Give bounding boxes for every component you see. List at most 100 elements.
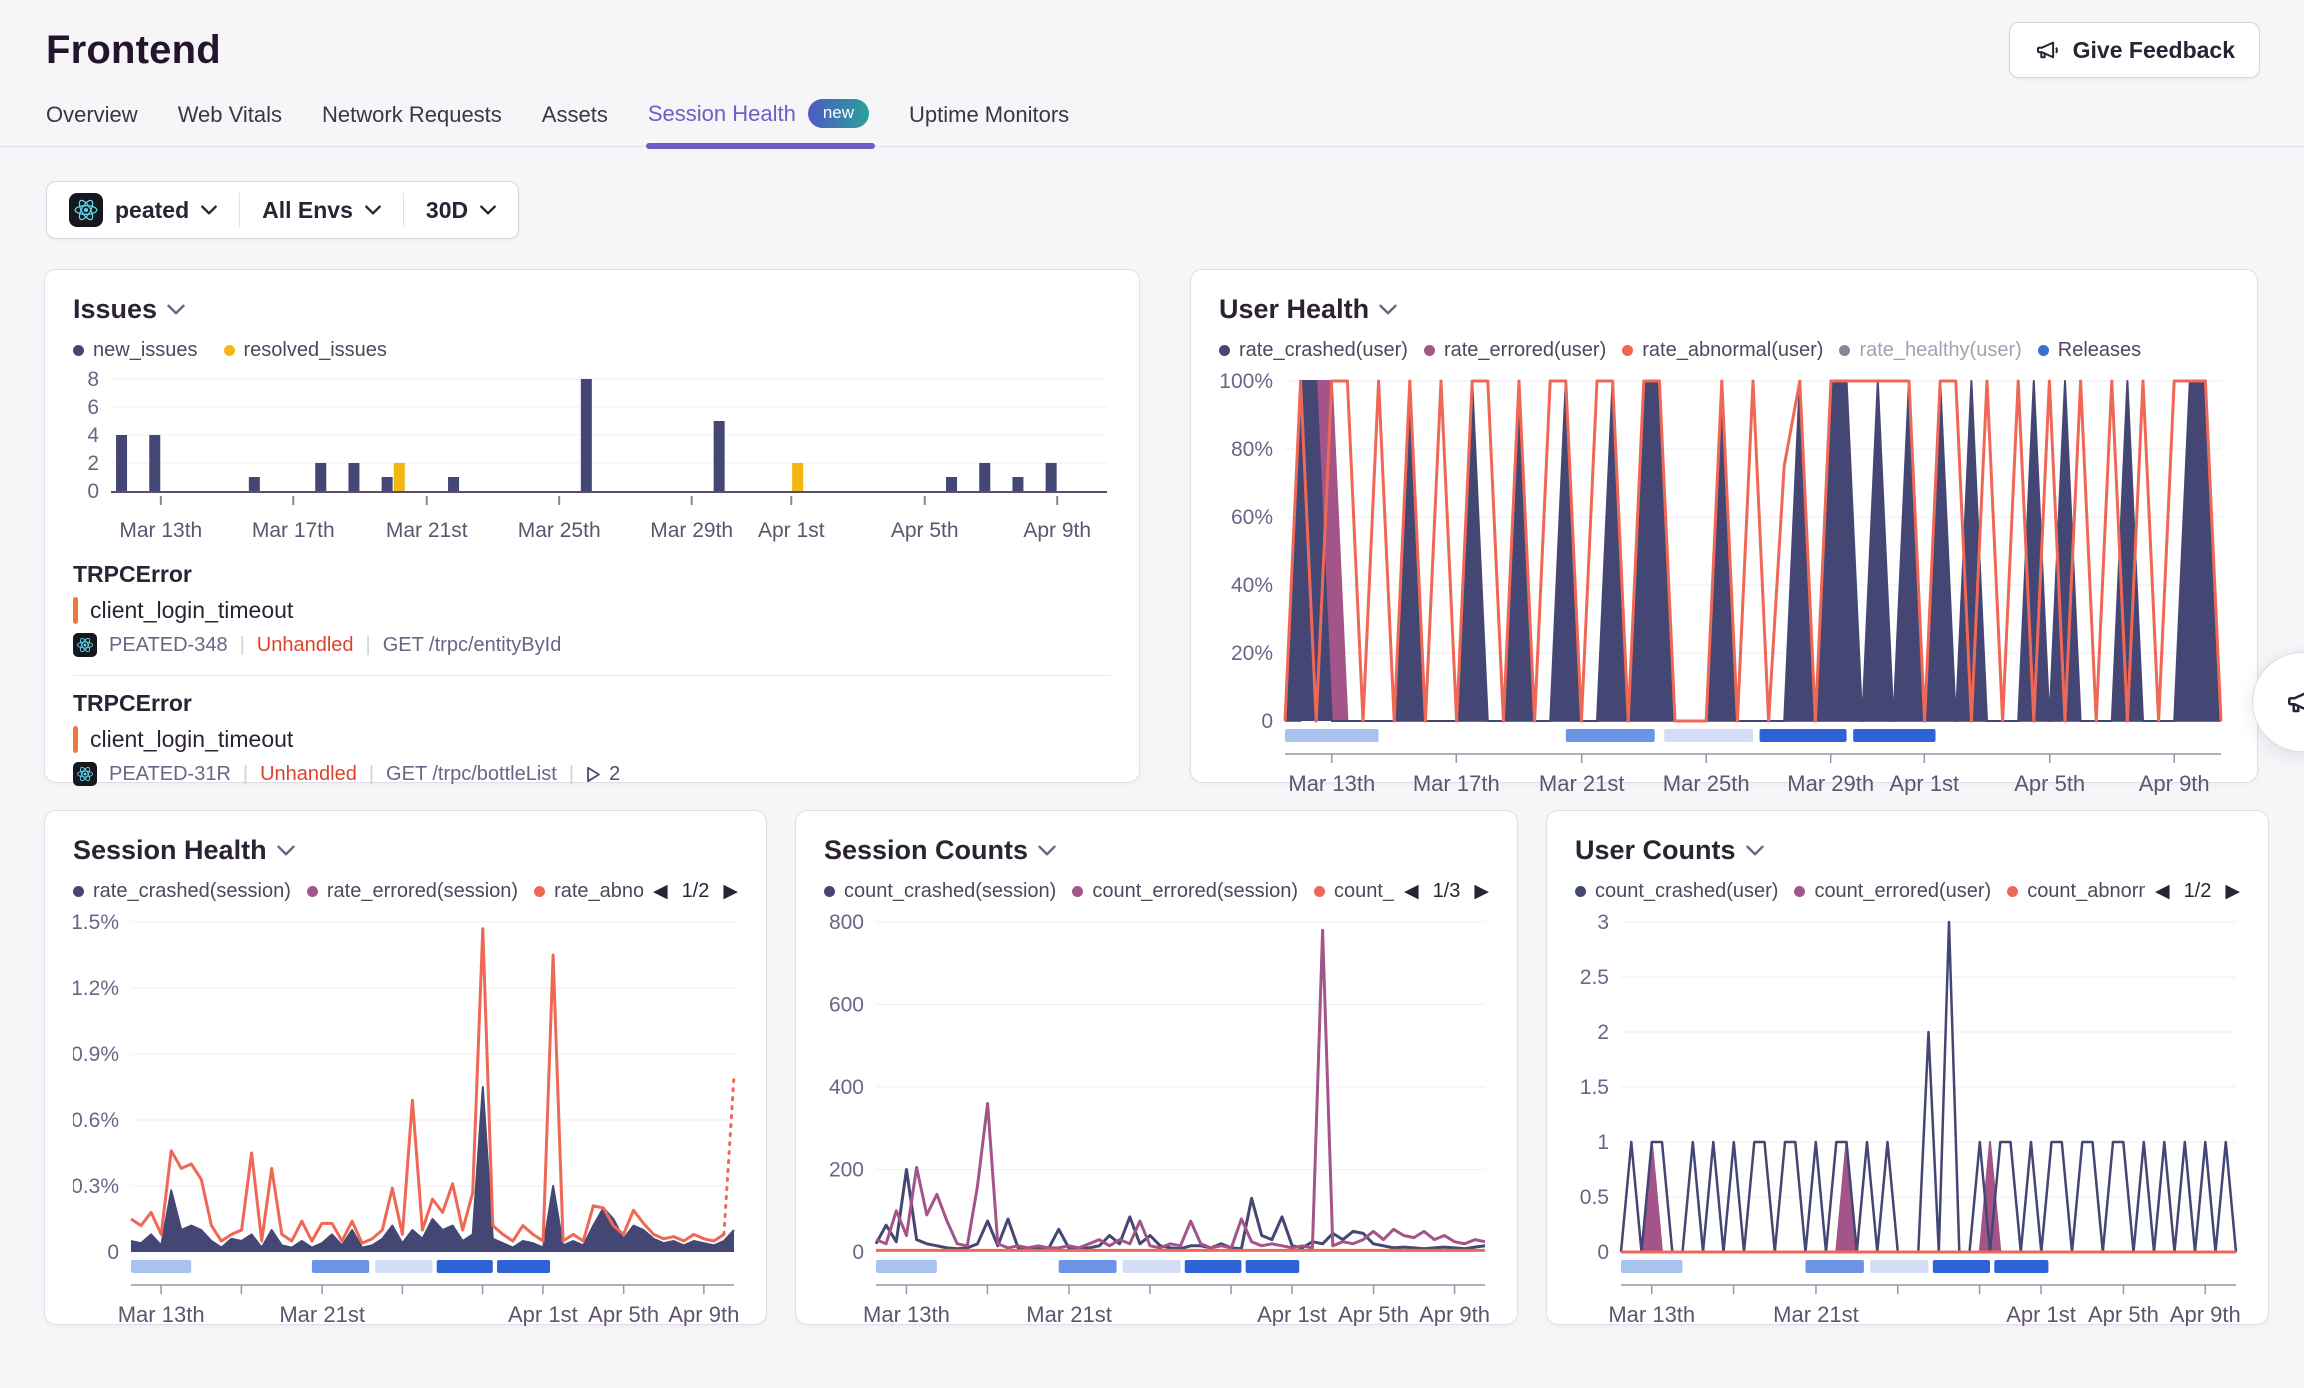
svg-text:2: 2 xyxy=(87,452,99,475)
tab-network-requests[interactable]: Network Requests xyxy=(322,102,502,146)
tab-label: Network Requests xyxy=(322,102,502,128)
tab-uptime-monitors[interactable]: Uptime Monitors xyxy=(909,102,1069,146)
tab-label: Session Health xyxy=(648,101,796,127)
svg-text:2.5: 2.5 xyxy=(1580,966,1609,989)
session-counts-chart[interactable]: 0200400600800Mar 13thMar 21stApr 1stApr … xyxy=(824,912,1491,1326)
legend-item-count-errored-session[interactable]: count_errored(session) xyxy=(1072,880,1298,903)
tab-bar: Overview Web Vitals Network Requests Ass… xyxy=(0,79,2304,147)
legend-dot xyxy=(1219,345,1230,356)
pager-position: 1/3 xyxy=(1433,880,1461,903)
legend-item-count-crashed-user[interactable]: count_crashed(user) xyxy=(1575,880,1778,903)
replay-count[interactable]: 2 xyxy=(586,763,620,786)
legend-dot xyxy=(1575,886,1586,897)
pager-next-icon[interactable]: ▶ xyxy=(1474,882,1489,901)
issue-error-type[interactable]: TRPCError xyxy=(73,561,1111,588)
megaphone-icon xyxy=(2034,37,2061,64)
legend-item-new-issues[interactable]: new_issues xyxy=(73,339,198,362)
legend-dot xyxy=(1424,345,1435,356)
svg-text:Apr 1st: Apr 1st xyxy=(1889,771,1959,795)
user-counts-chart[interactable]: 00.511.522.53Mar 13thMar 21stApr 1stApr … xyxy=(1575,912,2242,1326)
svg-text:1: 1 xyxy=(1597,1131,1609,1154)
svg-text:4: 4 xyxy=(87,424,99,447)
user-health-panel: User Health rate_crashed(user) rate_erro… xyxy=(1190,269,2258,783)
legend-item-rate-errored-user[interactable]: rate_errored(user) xyxy=(1424,339,1606,362)
svg-text:Apr 5th: Apr 5th xyxy=(891,519,959,542)
svg-text:Apr 1st: Apr 1st xyxy=(508,1302,578,1326)
date-range-filter[interactable]: 30D xyxy=(404,197,518,224)
svg-text:1.2%: 1.2% xyxy=(73,977,119,1000)
svg-text:8: 8 xyxy=(87,369,99,391)
environment-filter[interactable]: All Envs xyxy=(240,197,403,224)
issue-culprit[interactable]: client_login_timeout xyxy=(90,597,293,624)
tab-web-vitals[interactable]: Web Vitals xyxy=(178,102,282,146)
pager-prev-icon[interactable]: ◀ xyxy=(2155,882,2170,901)
svg-text:0: 0 xyxy=(107,1241,119,1264)
session-health-chart[interactable]: 00.3%0.6%0.9%1.2%1.5%Mar 13thMar 21stApr… xyxy=(73,912,740,1326)
svg-text:Mar 17th: Mar 17th xyxy=(1413,771,1500,795)
issue-culprit[interactable]: client_login_timeout xyxy=(90,726,293,753)
svg-text:Mar 25th: Mar 25th xyxy=(518,519,601,542)
legend-dot xyxy=(73,345,84,356)
give-feedback-button[interactable]: Give Feedback xyxy=(2009,22,2260,78)
legend-item-rate-crashed-session[interactable]: rate_crashed(session) xyxy=(73,880,291,903)
legend-item-count-abnormal-session[interactable]: count_a xyxy=(1314,880,1394,903)
legend-pager: ◀ 1/3 ▶ xyxy=(1394,880,1489,903)
svg-text:Apr 9th: Apr 9th xyxy=(1419,1302,1490,1326)
legend-dot xyxy=(73,886,84,897)
svg-text:Apr 1st: Apr 1st xyxy=(1257,1302,1327,1326)
legend-item-resolved-issues[interactable]: resolved_issues xyxy=(224,339,387,362)
filter-bar: peated All Envs 30D xyxy=(46,181,519,239)
issues-panel: Issues new_issues resolved_issues 02468M… xyxy=(44,269,1140,783)
issues-chart[interactable]: 02468Mar 13thMar 17thMar 21stMar 25thMar… xyxy=(73,369,1113,547)
svg-text:200: 200 xyxy=(829,1159,864,1182)
user-health-chart[interactable]: 020%40%60%80%100%Mar 13thMar 17thMar 21s… xyxy=(1219,371,2227,795)
chevron-down-icon[interactable] xyxy=(1746,845,1764,856)
svg-text:Mar 13th: Mar 13th xyxy=(1288,771,1375,795)
svg-text:Mar 13th: Mar 13th xyxy=(863,1302,950,1326)
legend-item-rate-crashed-user[interactable]: rate_crashed(user) xyxy=(1219,339,1408,362)
issue-handling-badge: Unhandled xyxy=(260,763,357,786)
pager-next-icon[interactable]: ▶ xyxy=(2225,882,2240,901)
svg-text:0.9%: 0.9% xyxy=(73,1043,119,1066)
legend-dot xyxy=(1622,345,1633,356)
chevron-down-icon[interactable] xyxy=(167,304,185,315)
legend-item-rate-abnormal-session[interactable]: rate_abnorr xyxy=(534,880,643,903)
error-level-bar xyxy=(73,726,78,753)
legend-item-count-errored-user[interactable]: count_errored(user) xyxy=(1794,880,1991,903)
legend-dot xyxy=(2007,886,2018,897)
tab-label: Web Vitals xyxy=(178,102,282,128)
svg-text:0: 0 xyxy=(1261,710,1273,733)
tab-assets[interactable]: Assets xyxy=(542,102,608,146)
svg-text:Apr 1st: Apr 1st xyxy=(758,519,825,542)
user-counts-panel-title: User Counts xyxy=(1575,835,1736,866)
legend-pager: ◀ 1/2 ▶ xyxy=(643,880,738,903)
tab-label: Assets xyxy=(542,102,608,128)
pager-prev-icon[interactable]: ◀ xyxy=(1404,882,1419,901)
svg-text:Mar 29th: Mar 29th xyxy=(650,519,733,542)
legend-item-rate-healthy-user[interactable]: rate_healthy(user) xyxy=(1839,339,2021,362)
svg-text:Mar 21st: Mar 21st xyxy=(1773,1302,1859,1326)
chevron-down-icon[interactable] xyxy=(1038,845,1056,856)
user-counts-panel: User Counts count_crashed(user) count_er… xyxy=(1546,810,2269,1325)
issue-transaction: GET /trpc/bottleList xyxy=(386,763,557,786)
chevron-down-icon[interactable] xyxy=(1379,304,1397,315)
tab-overview[interactable]: Overview xyxy=(46,102,138,146)
svg-text:Apr 5th: Apr 5th xyxy=(1338,1302,1409,1326)
legend-item-releases[interactable]: Releases xyxy=(2038,339,2141,362)
svg-text:Apr 5th: Apr 5th xyxy=(2014,771,2085,795)
issue-error-type[interactable]: TRPCError xyxy=(73,690,1111,717)
legend-item-count-crashed-session[interactable]: count_crashed(session) xyxy=(824,880,1056,903)
project-filter[interactable]: peated xyxy=(47,193,239,227)
svg-text:Mar 21st: Mar 21st xyxy=(279,1302,365,1326)
legend-item-count-abnormal-user[interactable]: count_abnorm xyxy=(2007,880,2145,903)
chevron-down-icon xyxy=(201,205,217,215)
tab-session-health[interactable]: Session Health new xyxy=(648,99,869,146)
chevron-down-icon[interactable] xyxy=(277,845,295,856)
session-health-panel-title: Session Health xyxy=(73,835,267,866)
legend-item-rate-errored-session[interactable]: rate_errored(session) xyxy=(307,880,518,903)
legend-item-rate-abnormal-user[interactable]: rate_abnormal(user) xyxy=(1622,339,1823,362)
svg-text:Apr 9th: Apr 9th xyxy=(1023,519,1091,542)
pager-next-icon[interactable]: ▶ xyxy=(723,882,738,901)
top-bar: Frontend Give Feedback xyxy=(0,0,2304,73)
pager-prev-icon[interactable]: ◀ xyxy=(653,882,668,901)
